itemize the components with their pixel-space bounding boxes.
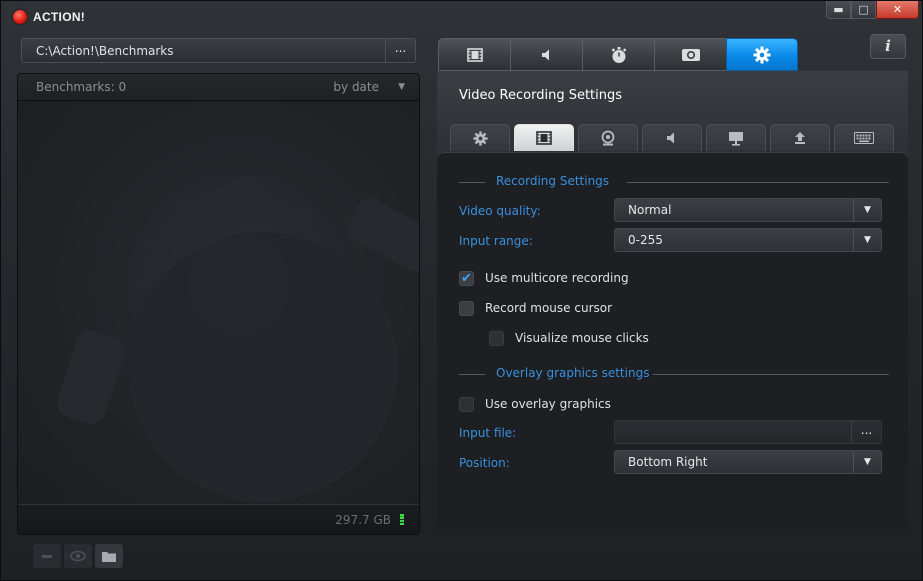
sort-chevron-down-icon[interactable]: ▼ — [398, 82, 405, 92]
video-quality-select[interactable]: Normal ▼ — [614, 198, 882, 222]
subtab-video[interactable] — [514, 124, 574, 151]
settings-sub-tabs — [450, 124, 894, 151]
keyboard-icon — [854, 132, 874, 144]
section-divider — [459, 182, 485, 183]
watermark-logo-icon — [128, 232, 398, 502]
overlay-settings-header: Overlay graphics settings — [459, 366, 889, 382]
settings-title: Video Recording Settings — [459, 88, 623, 103]
tab-video[interactable] — [438, 38, 510, 71]
gear-icon — [753, 46, 771, 63]
subtab-display[interactable] — [706, 124, 766, 151]
info-button[interactable]: i — [870, 34, 906, 59]
tab-benchmark[interactable] — [582, 38, 654, 71]
main-tabs — [438, 38, 798, 71]
record-mouse-label: Record mouse cursor — [485, 301, 613, 315]
app-title: ACTION! — [33, 10, 86, 24]
tab-settings[interactable] — [726, 38, 798, 71]
input-file-label: Input file: — [459, 426, 517, 440]
close-button[interactable]: ✕ — [876, 1, 919, 19]
chevron-down-icon[interactable]: ▼ — [853, 199, 881, 221]
multicore-label: Use multicore recording — [485, 271, 629, 285]
benchmarks-footer: 297.7 GB — [18, 504, 419, 534]
subtab-upload[interactable] — [770, 124, 830, 151]
section-divider — [653, 374, 889, 375]
action-window: ACTION! ▬ □ ✕ C:\Action!\Benchmarks ... … — [0, 0, 923, 581]
benchmarks-path-field[interactable]: C:\Action!\Benchmarks ... — [21, 38, 416, 63]
disk-space-value: 297.7 GB — [335, 513, 391, 527]
subtab-webcam[interactable] — [578, 124, 638, 151]
minus-icon — [42, 555, 52, 558]
overlay-settings-title: Overlay graphics settings — [496, 366, 650, 380]
benchmarks-list — [18, 102, 419, 506]
watermark-shape — [342, 193, 419, 277]
benchmarks-path-value: C:\Action!\Benchmarks — [36, 44, 174, 58]
app-logo-icon — [13, 10, 27, 24]
position-label: Position: — [459, 456, 510, 470]
multicore-option[interactable]: ✔ Use multicore recording — [459, 269, 629, 287]
position-value: Bottom Right — [628, 455, 708, 469]
input-range-select[interactable]: 0-255 ▼ — [614, 228, 882, 252]
input-file-field[interactable]: ... — [614, 420, 882, 444]
gear-icon — [472, 130, 488, 146]
watermark-shape — [53, 326, 129, 428]
view-benchmark-button[interactable] — [64, 544, 92, 568]
browse-path-button[interactable]: ... — [385, 39, 415, 62]
input-range-value: 0-255 — [628, 233, 663, 247]
title-bar: ACTION! ▬ □ ✕ — [1, 1, 922, 33]
tab-audio[interactable] — [510, 38, 582, 71]
speaker-icon — [541, 49, 549, 60]
visualize-clicks-checkbox[interactable] — [489, 330, 504, 346]
video-quality-label: Video quality: — [459, 204, 541, 218]
input-range-label: Input range: — [459, 234, 533, 248]
sort-dropdown[interactable]: by date — [333, 80, 379, 94]
recording-settings-header: Recording Settings — [459, 174, 889, 190]
use-overlay-checkbox[interactable] — [459, 396, 474, 412]
input-file-browse-button[interactable]: ... — [851, 421, 881, 443]
subtab-audio[interactable] — [642, 124, 702, 151]
stopwatch-icon — [611, 46, 626, 63]
record-mouse-option[interactable]: Record mouse cursor — [459, 299, 612, 317]
benchmarks-panel: Benchmarks: 0 by date ▼ 297.7 GB — [17, 73, 420, 535]
film-icon — [466, 47, 483, 62]
chevron-down-icon[interactable]: ▼ — [853, 451, 881, 473]
visualize-clicks-option[interactable]: Visualize mouse clicks — [489, 329, 649, 347]
multicore-checkbox[interactable]: ✔ — [459, 270, 474, 286]
webcam-icon — [601, 130, 615, 146]
settings-panel: Video Recording Settings Recording Setti… — [437, 71, 908, 535]
visualize-clicks-label: Visualize mouse clicks — [515, 331, 649, 345]
camera-icon — [681, 48, 700, 61]
monitor-icon — [729, 131, 743, 146]
open-folder-button[interactable] — [95, 544, 123, 568]
upload-icon — [795, 132, 805, 144]
speaker-icon — [667, 132, 674, 144]
window-controls: ▬ □ ✕ — [826, 1, 919, 19]
minimize-button[interactable]: ▬ — [826, 1, 851, 19]
section-divider — [459, 374, 485, 375]
video-settings-content: Recording Settings Video quality: Normal… — [437, 152, 908, 535]
maximize-button[interactable]: □ — [851, 1, 876, 19]
subtab-hotkeys[interactable] — [834, 124, 894, 151]
benchmarks-count: Benchmarks: 0 — [36, 80, 127, 94]
position-select[interactable]: Bottom Right ▼ — [614, 450, 882, 474]
tab-screenshot[interactable] — [654, 38, 726, 71]
recording-settings-title: Recording Settings — [496, 174, 610, 188]
use-overlay-option[interactable]: Use overlay graphics — [459, 395, 611, 413]
remove-benchmark-button[interactable] — [33, 544, 61, 568]
record-mouse-checkbox[interactable] — [459, 300, 474, 316]
video-quality-value: Normal — [628, 203, 672, 217]
benchmark-actions — [33, 544, 123, 568]
film-icon — [536, 131, 552, 145]
subtab-general[interactable] — [450, 124, 510, 151]
use-overlay-label: Use overlay graphics — [485, 397, 611, 411]
eye-icon — [70, 550, 86, 562]
disk-meter-icon — [400, 514, 404, 525]
section-divider — [627, 182, 889, 183]
chevron-down-icon[interactable]: ▼ — [853, 229, 881, 251]
folder-icon — [102, 551, 116, 562]
benchmarks-header: Benchmarks: 0 by date ▼ — [18, 74, 419, 101]
